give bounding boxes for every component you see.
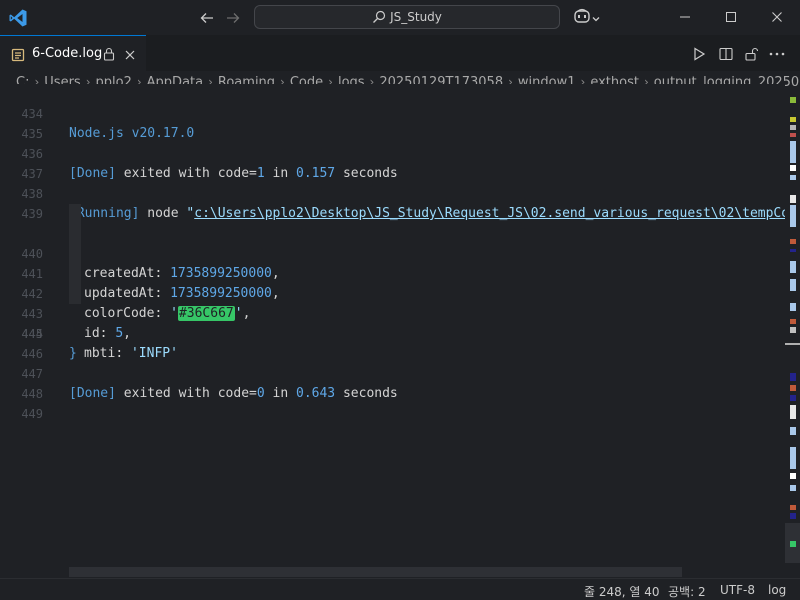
overview-mark [790,327,796,333]
command-center-label: JS_Study [390,10,442,24]
overview-mark [790,133,796,137]
horizontal-scrollbar[interactable] [69,567,682,577]
minimize-button[interactable] [662,0,708,35]
overview-mark [790,505,796,510]
editor-line: 449 [0,384,785,421]
editor-line: 439 { [0,184,785,241]
editor-line: 441 updatedAt: 1735899250000, [0,224,785,301]
lock-icon [103,46,115,65]
overview-mark [790,303,796,311]
indent-guide [69,284,81,304]
vscode-logo-icon [8,8,28,28]
overview-mark [790,385,796,391]
overview-ruler[interactable] [785,93,800,578]
overview-mark [790,541,796,547]
maximize-button[interactable] [708,0,754,35]
overview-mark [790,239,796,244]
overview-mark [790,117,796,122]
cursor-position[interactable]: 줄 248, 열 40 [584,583,660,600]
editor-line: 438 [Running] node "c:\Users\pplo2\Deskt… [0,164,785,221]
editor[interactable]: 434 Node.js v20.17.0 435 436 [Done] exit… [0,84,785,578]
overview-mark [785,343,800,345]
overview-mark [790,447,796,469]
indent-guide [69,264,81,284]
tab-label: 6-Code.log [32,46,103,61]
overview-mark [790,205,796,227]
overview-mark [790,279,796,291]
overview-mark [790,249,796,252]
tab-6-code-log[interactable]: 6-Code.log [0,35,146,71]
split-editor-icon[interactable] [716,44,736,64]
maximize-icon [725,8,737,27]
overview-mark [790,427,796,435]
chevron-down-icon [591,9,601,28]
editor-line: 440 createdAt: 1735899250000, [0,204,785,281]
indent-guide [69,224,81,244]
editor-line: 435 [0,104,785,141]
close-tab-icon[interactable] [124,46,136,65]
indent-guide [69,244,81,264]
overview-mark [790,195,796,203]
more-actions-icon[interactable] [767,44,787,64]
overview-mark [790,405,796,419]
editor-line: 436 [Done] exited with code=1 in 0.157 s… [0,124,785,181]
editor-line: 445 } [0,304,785,361]
status-bar: 줄 248, 열 40 공백: 2 UTF-8 log [0,578,800,600]
overview-mark [790,141,796,163]
editor-line: 443 id: 5, [0,264,785,341]
editor-line: 434 Node.js v20.17.0 [0,84,785,141]
overview-mark [790,175,796,180]
overview-mark [790,473,796,479]
title-bar: JS_Study [0,0,800,35]
search-icon [372,10,386,24]
editor-line: 444 mbti: 'INFP' [0,284,785,361]
editor-line: 447 [Done] exited with code=0 in 0.643 s… [0,344,785,401]
copilot-menu-button[interactable] [570,7,604,29]
overview-mark [790,373,796,381]
overview-mark [790,97,796,103]
overview-mark [790,125,796,130]
run-icon[interactable] [689,44,709,64]
indentation-setting[interactable]: 공백: 2 [668,583,706,600]
close-icon [771,8,783,27]
overview-mark [790,395,796,401]
encoding-setting[interactable]: UTF-8 [720,583,755,597]
minimize-icon [679,8,691,27]
editor-line: 448 [0,364,785,401]
copilot-icon [573,8,591,28]
editor-line: 442 colorCode: '#36C667', [0,244,785,321]
log-file-icon [11,47,25,66]
language-mode[interactable]: log [768,583,786,597]
command-center-search[interactable]: JS_Study [254,5,560,29]
editor-line: 437 [0,144,785,181]
line-number: 449 [21,407,43,421]
close-window-button[interactable] [754,0,800,35]
indent-guide [69,204,81,224]
unlock-icon[interactable] [741,44,761,64]
overview-mark [790,165,796,171]
overview-mark [790,319,796,324]
overview-mark [790,513,796,519]
editor-line: 446 [0,324,785,361]
overview-mark [790,261,796,273]
overview-mark [790,485,796,491]
forward-arrow-icon[interactable] [222,7,244,29]
tab-bar: 6-Code.log [0,35,800,71]
back-arrow-icon[interactable] [196,7,218,29]
